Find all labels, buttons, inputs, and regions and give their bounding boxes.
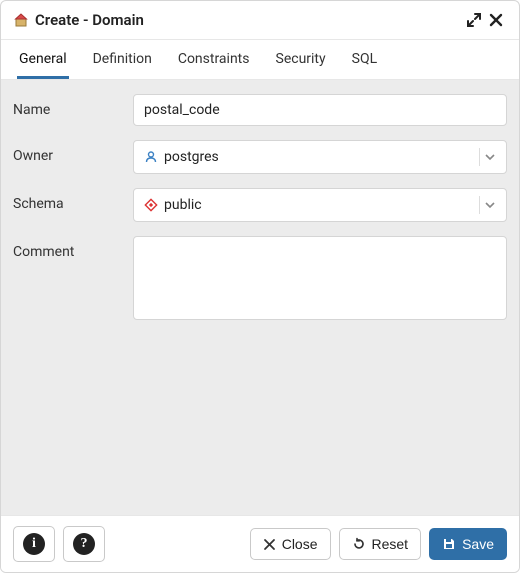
row-name: Name (13, 94, 507, 126)
schema-icon (144, 198, 158, 212)
save-button[interactable]: Save (429, 528, 507, 560)
tab-security[interactable]: Security (274, 41, 328, 79)
close-label: Close (282, 536, 318, 552)
dialog-title: Create - Domain (35, 11, 144, 29)
tab-sql[interactable]: SQL (350, 41, 379, 79)
tab-definition[interactable]: Definition (91, 41, 154, 79)
tab-constraints[interactable]: Constraints (176, 41, 252, 79)
close-dialog-button[interactable] (485, 9, 507, 31)
close-icon (263, 538, 276, 551)
owner-label: Owner (13, 140, 133, 164)
row-schema: Schema public (13, 188, 507, 222)
row-owner: Owner postgres (13, 140, 507, 174)
schema-label: Schema (13, 188, 133, 212)
reset-icon (352, 537, 366, 551)
help-icon: ? (73, 533, 95, 555)
row-comment: Comment (13, 236, 507, 324)
close-button[interactable]: Close (250, 528, 331, 560)
save-label: Save (462, 536, 494, 552)
chevron-down-icon (484, 199, 496, 211)
maximize-button[interactable] (463, 9, 485, 31)
name-label: Name (13, 94, 133, 118)
help-button[interactable]: ? (63, 526, 105, 562)
comment-input[interactable] (133, 236, 507, 320)
owner-value: postgres (164, 149, 219, 165)
user-icon (144, 150, 158, 164)
domain-icon (13, 12, 29, 28)
info-icon: i (23, 533, 45, 555)
comment-label: Comment (13, 236, 133, 260)
form-content: Name Owner postgres (1, 80, 519, 515)
name-input[interactable] (133, 94, 507, 126)
chevron-down-icon (484, 151, 496, 163)
reset-button[interactable]: Reset (339, 528, 422, 560)
create-domain-dialog: Create - Domain General Definition Const… (0, 0, 520, 573)
tab-bar: General Definition Constraints Security … (1, 40, 519, 80)
footer: i ? Close Reset (1, 515, 519, 572)
owner-select[interactable]: postgres (133, 140, 507, 174)
tab-general[interactable]: General (17, 41, 69, 79)
info-button[interactable]: i (13, 526, 55, 562)
schema-select[interactable]: public (133, 188, 507, 222)
reset-label: Reset (372, 536, 409, 552)
titlebar: Create - Domain (1, 1, 519, 40)
schema-value: public (164, 197, 202, 213)
save-icon (442, 537, 456, 551)
